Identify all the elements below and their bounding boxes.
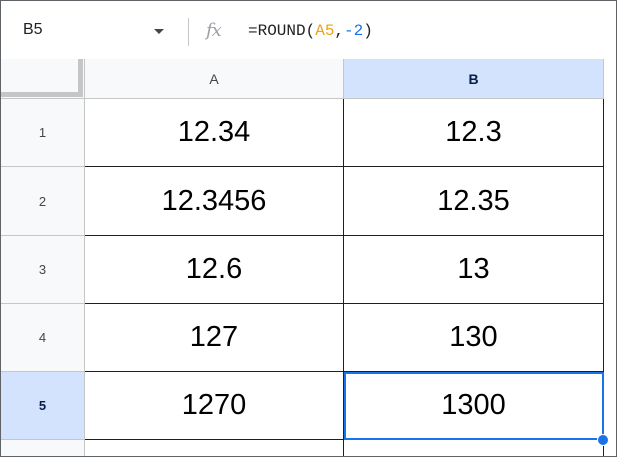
freeze-row-handle[interactable] [1, 92, 83, 97]
select-all-corner[interactable] [1, 59, 85, 99]
formula-ref: A5 [315, 22, 335, 40]
fx-icon: fx [206, 20, 222, 41]
chevron-down-icon[interactable] [154, 29, 164, 34]
formula-suffix: ) [363, 22, 373, 40]
row-header-2[interactable]: 2 [1, 167, 85, 236]
sheet-grid: A B 1 12.34 12.3 2 12.3456 12.35 3 12.6 … [1, 59, 616, 456]
column-header-a[interactable]: A [85, 59, 344, 99]
formula-separator: , [334, 22, 345, 40]
name-box-value: B5 [23, 21, 43, 38]
column-header-b[interactable]: B [344, 59, 604, 99]
cell-b2[interactable]: 12.35 [344, 167, 604, 236]
cell-a4[interactable]: 127 [85, 304, 344, 372]
row-header-6[interactable] [1, 440, 85, 456]
row-header-3[interactable]: 3 [1, 236, 85, 304]
next-column-edge [604, 59, 616, 456]
cell-b5[interactable]: 1300 [344, 372, 604, 440]
row-header-1[interactable]: 1 [1, 99, 85, 167]
spreadsheet-window: B5 fx =ROUND(A5,-2) A B 1 12.34 12.3 2 1… [0, 0, 617, 457]
cell-b6[interactable] [344, 440, 604, 456]
formula-bar-divider [188, 18, 189, 46]
formula-input[interactable]: =ROUND(A5,-2) [248, 22, 373, 40]
cell-b4[interactable]: 130 [344, 304, 604, 372]
cell-a2[interactable]: 12.3456 [85, 167, 344, 236]
row-header-4[interactable]: 4 [1, 304, 85, 372]
row-header-5[interactable]: 5 [1, 372, 85, 440]
cell-b1[interactable]: 12.3 [344, 99, 604, 167]
cell-a1[interactable]: 12.34 [85, 99, 344, 167]
formula-bar: B5 fx =ROUND(A5,-2) [1, 1, 616, 59]
fill-handle[interactable] [597, 434, 609, 446]
formula-number: -2 [344, 22, 364, 40]
cell-b3[interactable]: 13 [344, 236, 604, 304]
cell-a3[interactable]: 12.6 [85, 236, 344, 304]
cell-a6[interactable] [85, 440, 344, 456]
name-box[interactable]: B5 [1, 1, 181, 59]
formula-prefix: =ROUND( [248, 22, 316, 40]
cell-a5[interactable]: 1270 [85, 372, 344, 440]
